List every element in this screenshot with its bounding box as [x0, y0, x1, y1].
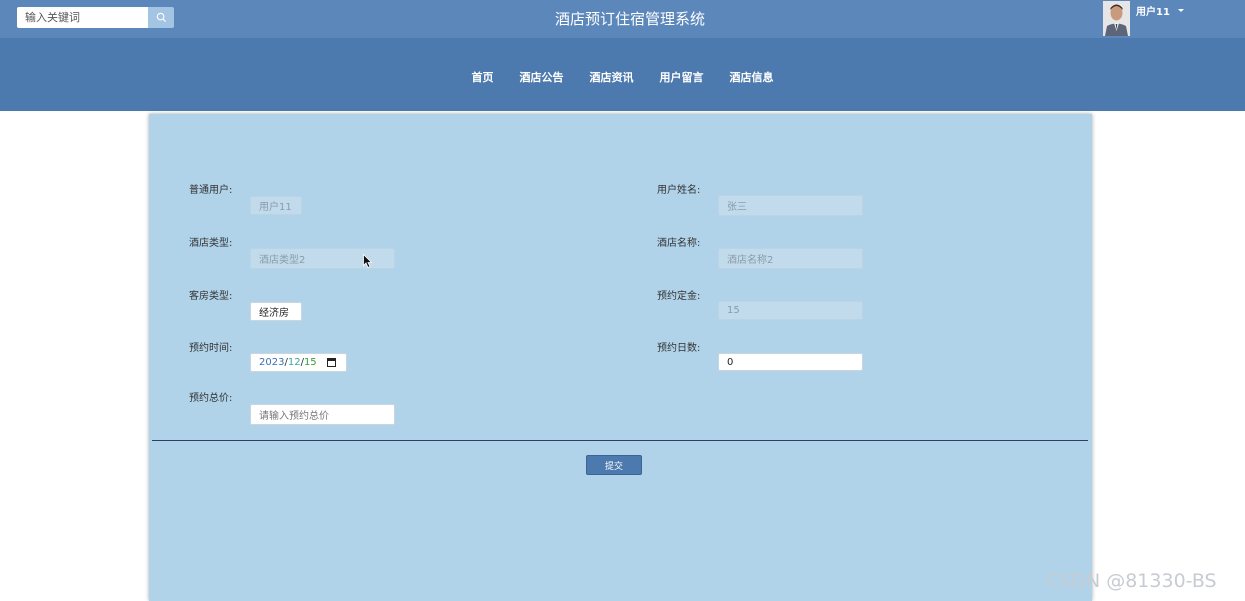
chevron-down-icon[interactable] — [1177, 9, 1184, 12]
site-title: 酒店预订住宿管理系统 — [554, 10, 705, 28]
deposit-label: 预约定金: — [657, 291, 701, 302]
nav-item-news[interactable]: 酒店资讯 — [590, 69, 634, 85]
user-realname-label: 用户姓名: — [657, 185, 701, 196]
booking-date-label: 预约时间: — [189, 343, 233, 354]
hotel-name-field: 酒店名称2 — [718, 248, 863, 269]
main-nav: 首页 酒店公告 酒店资讯 用户留言 酒店信息 — [0, 69, 1245, 85]
mouse-cursor-icon — [363, 253, 373, 273]
user-account-field: 用户11 — [250, 196, 302, 215]
nav-item-announcements[interactable]: 酒店公告 — [520, 69, 564, 85]
nav-bar: 首页 酒店公告 酒店资讯 用户留言 酒店信息 — [0, 38, 1245, 111]
watermark: CSDN @81330-BS — [1046, 570, 1217, 592]
booking-days-label: 预约日数: — [657, 343, 701, 354]
user-name[interactable]: 用户11 — [1136, 3, 1170, 36]
calendar-icon[interactable] — [326, 358, 336, 367]
date-year: 2023 — [259, 357, 285, 368]
deposit-field: 15 — [718, 301, 863, 320]
user-realname-field: 张三 — [718, 195, 863, 216]
total-price-label: 预约总价: — [189, 393, 233, 404]
booking-form-card: 普通用户: 用户11 用户姓名: 张三 酒店类型: 酒店类型2 酒店名称: 酒店… — [149, 114, 1092, 601]
hotel-type-field: 酒店类型2 — [250, 248, 395, 269]
user-avatar[interactable] — [1103, 1, 1130, 36]
submit-button[interactable]: 提交 — [586, 455, 642, 475]
date-month: 12 — [287, 357, 301, 368]
nav-item-hotel-info[interactable]: 酒店信息 — [730, 69, 774, 85]
form-divider — [152, 440, 1088, 441]
user-menu[interactable]: 用户11 — [1103, 1, 1184, 36]
nav-item-messages[interactable]: 用户留言 — [660, 69, 704, 85]
top-bar: 酒店预订住宿管理系统 用户11 — [0, 0, 1245, 38]
total-price-input[interactable]: 请输入预约总价 — [250, 404, 395, 425]
user-account-label: 普通用户: — [189, 185, 233, 196]
room-type-select[interactable]: 经济房 — [250, 302, 302, 321]
hotel-name-label: 酒店名称: — [657, 238, 701, 249]
room-type-label: 客房类型: — [189, 291, 233, 302]
booking-date-input[interactable]: 2023 / 12 / 15 — [250, 353, 347, 372]
hotel-type-label: 酒店类型: — [189, 238, 233, 249]
booking-days-input[interactable]: 0 — [718, 353, 863, 371]
date-day: 15 — [303, 357, 317, 368]
nav-item-home[interactable]: 首页 — [472, 69, 494, 85]
